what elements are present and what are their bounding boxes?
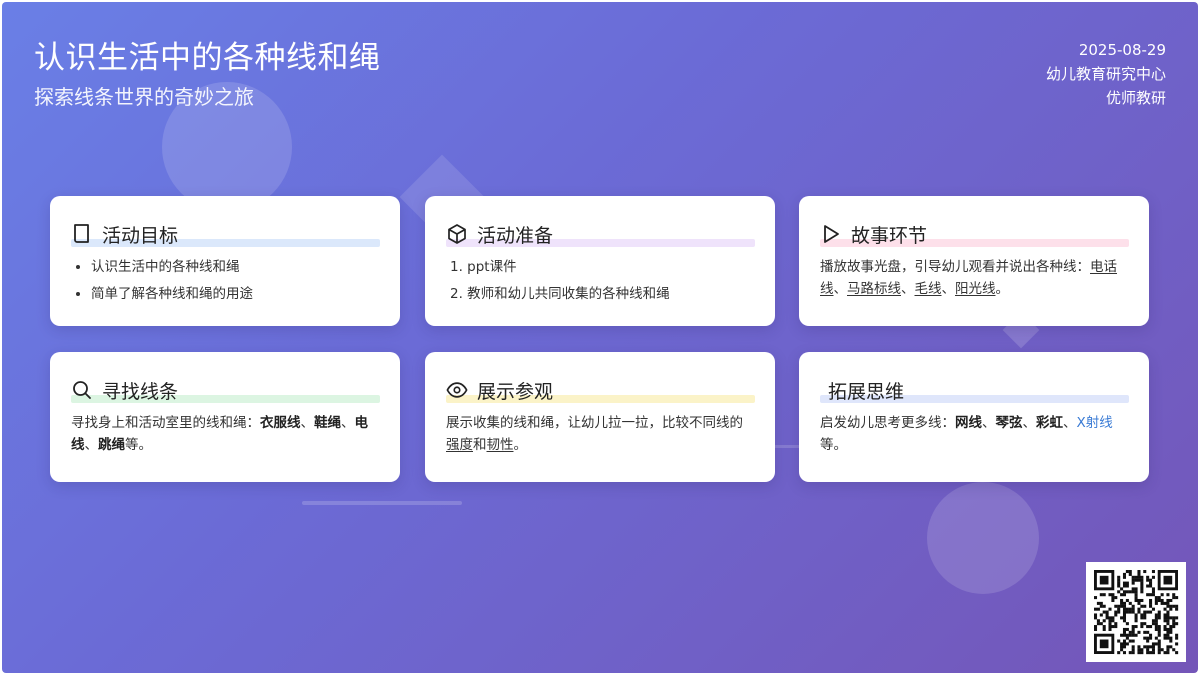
card-header: 寻找线条 (71, 372, 380, 408)
card-title: 寻找线条 (102, 380, 179, 403)
list-item: 认识生活中的各种线和绳 (91, 256, 380, 278)
card-text: 展示收集的线和绳，让幼儿拉一拉，比较不同线的 (446, 415, 743, 431)
card-body: 播放故事光盘，引导幼儿观看并说出各种线：电话线、马路标线、毛线、阳光线。 (820, 256, 1129, 300)
term: 强度 (446, 437, 473, 453)
card-text: 寻找身上和活动室里的线和绳： (71, 415, 260, 431)
cube-icon (446, 223, 468, 245)
org-label: 幼儿教育研究中心 (1045, 65, 1166, 83)
separator: 、 (901, 281, 915, 297)
term: 琴弦 (995, 415, 1023, 431)
term: 毛线 (914, 281, 942, 297)
eye-icon (446, 379, 468, 401)
separator: 、 (300, 415, 315, 431)
card-story: 故事环节 播放故事光盘，引导幼儿观看并说出各种线：电话线、马路标线、毛线、阳光线… (799, 196, 1149, 326)
list-item: 1. ppt课件 (450, 259, 517, 275)
ending: 等。 (820, 437, 847, 453)
card-title: 拓展思维 (828, 380, 905, 403)
card-header: 活动目标 (71, 216, 380, 252)
separator: 、 (84, 437, 99, 453)
card-find-lines: 寻找线条 寻找身上和活动室里的线和绳：衣服线、鞋绳、电线、跳绳等。 (50, 352, 400, 482)
card-header: 展示参观 (446, 372, 755, 408)
ending: 。 (995, 281, 1010, 297)
separator: 、 (941, 281, 956, 297)
separator: 、 (833, 281, 848, 297)
separator: 、 (1063, 415, 1077, 431)
card-showcase: 展示参观 展示收集的线和绳，让幼儿拉一拉，比较不同线的强度和韧性。 (425, 352, 775, 482)
decor-line (302, 501, 462, 505)
term: 鞋绳 (314, 415, 341, 431)
search-icon (71, 379, 93, 401)
card-text: 启发幼儿思考更多线： (820, 415, 955, 431)
ending: 。 (513, 437, 528, 453)
term: 跳绳 (98, 437, 125, 453)
card-title: 活动目标 (102, 224, 179, 247)
link-term[interactable]: X射线 (1077, 415, 1113, 431)
card-activity-goals: 活动目标 认识生活中的各种线和绳 简单了解各种线和绳的用途 (50, 196, 400, 326)
author-label: 优师教研 (1105, 89, 1166, 107)
ending: 等。 (125, 437, 152, 453)
card-title: 活动准备 (477, 224, 554, 247)
term: 马路标线 (847, 281, 901, 297)
page-subtitle: 探索线条世界的奇妙之旅 (34, 85, 254, 109)
card-body: 展示收集的线和绳，让幼儿拉一拉，比较不同线的强度和韧性。 (446, 412, 755, 456)
book-icon (71, 223, 93, 245)
term: 衣服线 (260, 415, 301, 431)
card-activity-prep: 活动准备 1. ppt课件 2. 教师和幼儿共同收集的各种线和绳 (425, 196, 775, 326)
term: 阳光线 (955, 281, 996, 297)
card-title: 展示参观 (477, 380, 554, 403)
card-header: 拓展思维 (820, 372, 1129, 408)
card-body: 1. ppt课件 2. 教师和幼儿共同收集的各种线和绳 (446, 256, 755, 305)
page-title: 认识生活中的各种线和绳 (34, 40, 381, 76)
card-body: 认识生活中的各种线和绳 简单了解各种线和绳的用途 (71, 256, 380, 305)
slide: 认识生活中的各种线和绳 探索线条世界的奇妙之旅 2025-08-29 幼儿教育研… (2, 2, 1198, 673)
list-item: 2. 教师和幼儿共同收集的各种线和绳 (450, 286, 670, 302)
term: 网线 (955, 415, 982, 431)
play-icon (820, 223, 842, 245)
date-label: 2025-08-29 (1078, 41, 1166, 59)
qr-code-icon (1086, 562, 1186, 662)
term: 韧性 (486, 437, 514, 453)
card-body: 启发幼儿思考更多线：网线、琴弦、彩虹、X射线等。 (820, 412, 1129, 456)
card-extend-thinking: 拓展思维 启发幼儿思考更多线：网线、琴弦、彩虹、X射线等。 (799, 352, 1149, 482)
card-header: 故事环节 (820, 216, 1129, 252)
separator: 、 (341, 415, 355, 431)
header-meta: 2025-08-29 幼儿教育研究中心 优师教研 (1046, 38, 1166, 110)
list-item: 简单了解各种线和绳的用途 (91, 283, 380, 305)
decor-circle (927, 482, 1039, 594)
card-header: 活动准备 (446, 216, 755, 252)
separator: 、 (1022, 415, 1037, 431)
card-text: 播放故事光盘，引导幼儿观看并说出各种线： (820, 259, 1090, 275)
card-body: 寻找身上和活动室里的线和绳：衣服线、鞋绳、电线、跳绳等。 (71, 412, 380, 456)
term: 彩虹 (1036, 415, 1063, 431)
separator: 、 (982, 415, 996, 431)
joiner: 和 (473, 437, 487, 453)
card-title: 故事环节 (851, 224, 928, 247)
